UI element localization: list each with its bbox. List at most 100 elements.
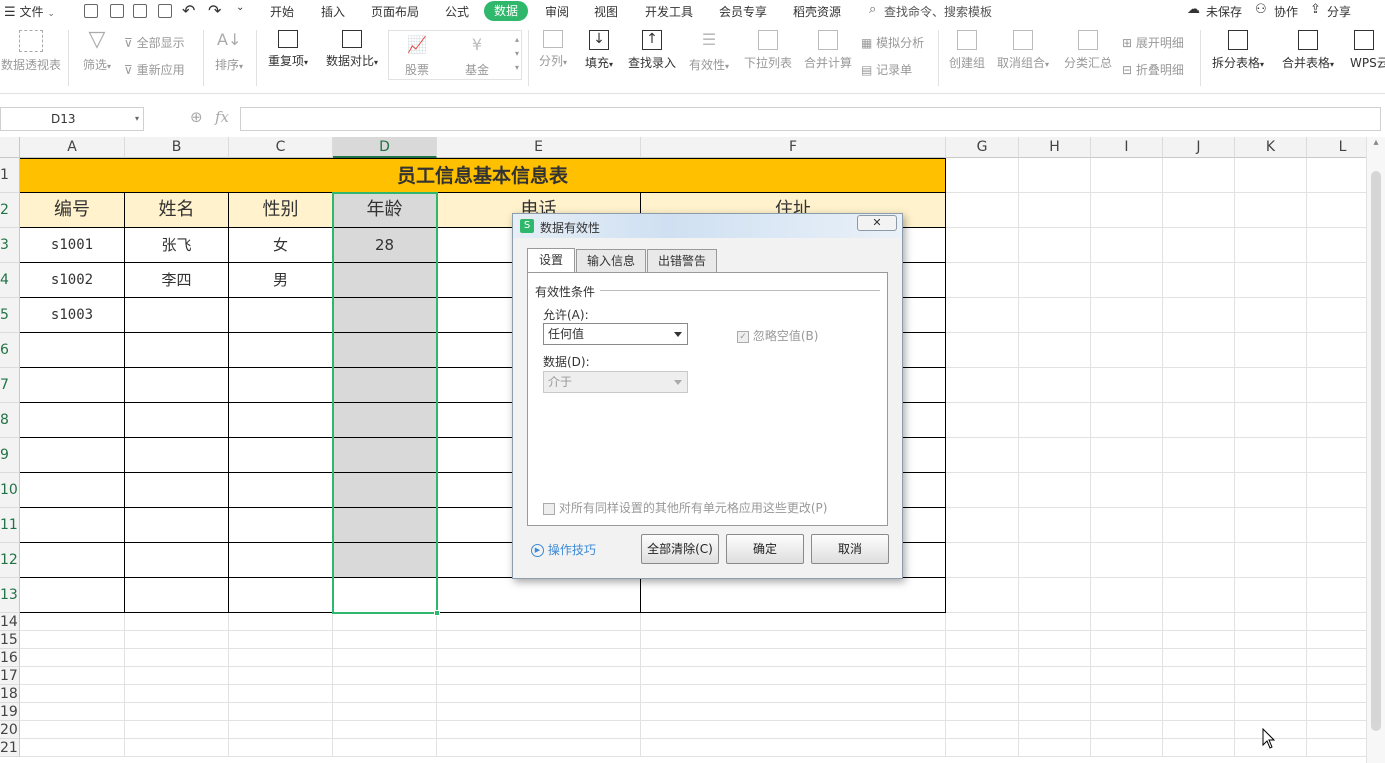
- tab-member[interactable]: 会员专享: [719, 3, 767, 20]
- column-header-c[interactable]: C: [229, 137, 333, 158]
- cell[interactable]: [1307, 438, 1366, 473]
- cell[interactable]: [1307, 631, 1366, 649]
- filter-button[interactable]: ▽ 筛选▾: [78, 29, 116, 73]
- apply-all-checkbox[interactable]: 对所有同样设置的其他所有单元格应用这些更改(P): [543, 499, 827, 516]
- fx-icon[interactable]: fx: [215, 108, 229, 126]
- tab-page-layout[interactable]: 页面布局: [371, 3, 419, 20]
- cell[interactable]: [437, 631, 641, 649]
- cell[interactable]: [437, 703, 641, 721]
- cell[interactable]: [125, 649, 229, 667]
- cell[interactable]: [1163, 368, 1235, 403]
- cell[interactable]: [1091, 438, 1163, 473]
- table-cell[interactable]: [641, 578, 946, 613]
- reapply-button[interactable]: ⊽ 重新应用: [124, 61, 185, 78]
- cell[interactable]: [1307, 721, 1366, 739]
- table-cell[interactable]: 女: [229, 228, 333, 263]
- tab-error-alert[interactable]: 出错警告: [647, 249, 717, 273]
- cell[interactable]: [229, 613, 333, 631]
- table-cell[interactable]: [333, 333, 437, 368]
- table-cell[interactable]: [20, 333, 125, 368]
- cell[interactable]: [1019, 543, 1091, 578]
- table-cell[interactable]: s1001: [20, 228, 125, 263]
- table-cell[interactable]: [229, 473, 333, 508]
- formula-input[interactable]: [240, 107, 1381, 131]
- fill-handle[interactable]: [434, 610, 440, 616]
- cell[interactable]: [125, 703, 229, 721]
- cell[interactable]: [1235, 333, 1307, 368]
- cell[interactable]: [20, 739, 125, 757]
- table-cell[interactable]: 张飞: [125, 228, 229, 263]
- row-header-17[interactable]: 17: [0, 667, 20, 685]
- cell[interactable]: [1019, 438, 1091, 473]
- cell[interactable]: [1091, 613, 1163, 631]
- cell[interactable]: [1307, 298, 1366, 333]
- cell[interactable]: [1235, 263, 1307, 298]
- table-title[interactable]: 员工信息基本信息表: [20, 158, 946, 193]
- cell[interactable]: [1235, 368, 1307, 403]
- cell[interactable]: [1091, 703, 1163, 721]
- record-form-button[interactable]: ▤ 记录单: [861, 61, 912, 78]
- cell[interactable]: [20, 649, 125, 667]
- table-cell[interactable]: [125, 333, 229, 368]
- row-header-6[interactable]: 6: [0, 333, 20, 368]
- cell[interactable]: [333, 631, 437, 649]
- simulate-analysis-button[interactable]: ▦ 模拟分析: [861, 34, 924, 51]
- row-header-1[interactable]: 1: [0, 158, 20, 193]
- cell[interactable]: [1307, 508, 1366, 543]
- cell[interactable]: [1091, 193, 1163, 228]
- row-header-13[interactable]: 13: [0, 578, 20, 613]
- tips-link[interactable]: ▶ 操作技巧: [531, 541, 596, 558]
- table-cell[interactable]: [229, 508, 333, 543]
- column-header-b[interactable]: B: [125, 137, 229, 158]
- cell[interactable]: [946, 298, 1019, 333]
- table-cell[interactable]: [20, 473, 125, 508]
- cell[interactable]: [125, 631, 229, 649]
- cell[interactable]: [1091, 508, 1163, 543]
- table-cell[interactable]: [229, 438, 333, 473]
- table-cell[interactable]: [229, 298, 333, 333]
- name-box[interactable]: D13 ▾: [0, 107, 144, 131]
- cell[interactable]: [641, 685, 946, 703]
- cell[interactable]: [1091, 739, 1163, 757]
- validity-button[interactable]: ☰ 有效性▾: [686, 30, 732, 73]
- table-cell[interactable]: 28: [333, 228, 437, 263]
- zoom-icon[interactable]: ⊕: [190, 108, 203, 126]
- tab-review[interactable]: 审阅: [545, 3, 569, 20]
- cell[interactable]: [1091, 721, 1163, 739]
- cell[interactable]: [1091, 473, 1163, 508]
- cell[interactable]: [1091, 228, 1163, 263]
- cell[interactable]: [1307, 333, 1366, 368]
- row-header-8[interactable]: 8: [0, 403, 20, 438]
- cell[interactable]: [20, 613, 125, 631]
- table-cell[interactable]: [125, 578, 229, 613]
- cell[interactable]: [20, 667, 125, 685]
- column-header-i[interactable]: I: [1091, 137, 1163, 158]
- row-header-15[interactable]: 15: [0, 631, 20, 649]
- print-preview-icon[interactable]: [158, 4, 172, 18]
- cell[interactable]: [1235, 631, 1307, 649]
- cell[interactable]: [1163, 631, 1235, 649]
- cell[interactable]: [437, 739, 641, 757]
- dialog-titlebar[interactable]: S 数据有效性 ✕: [513, 214, 902, 238]
- cell[interactable]: [1019, 228, 1091, 263]
- cell[interactable]: [1163, 739, 1235, 757]
- chevron-down-icon[interactable]: ⌄: [236, 2, 244, 13]
- table-cell[interactable]: [125, 543, 229, 578]
- header-cell[interactable]: 性别: [229, 193, 333, 228]
- cell[interactable]: [20, 721, 125, 739]
- fill-button[interactable]: ↓ 填充▾: [580, 30, 618, 71]
- cell[interactable]: [1019, 631, 1091, 649]
- header-cell[interactable]: 年龄: [333, 193, 437, 228]
- column-header-e[interactable]: E: [437, 137, 641, 158]
- row-header-20[interactable]: 20: [0, 721, 20, 739]
- cell[interactable]: [229, 721, 333, 739]
- cell[interactable]: [1235, 193, 1307, 228]
- cell[interactable]: [946, 649, 1019, 667]
- show-all-button[interactable]: ⊽ 全部显示: [124, 34, 185, 51]
- table-cell[interactable]: [333, 298, 437, 333]
- cell[interactable]: [946, 263, 1019, 298]
- lookup-entry-button[interactable]: ↑ 查找录入: [626, 30, 678, 71]
- tab-formula[interactable]: 公式: [445, 3, 469, 20]
- cell[interactable]: [229, 649, 333, 667]
- cell[interactable]: [641, 613, 946, 631]
